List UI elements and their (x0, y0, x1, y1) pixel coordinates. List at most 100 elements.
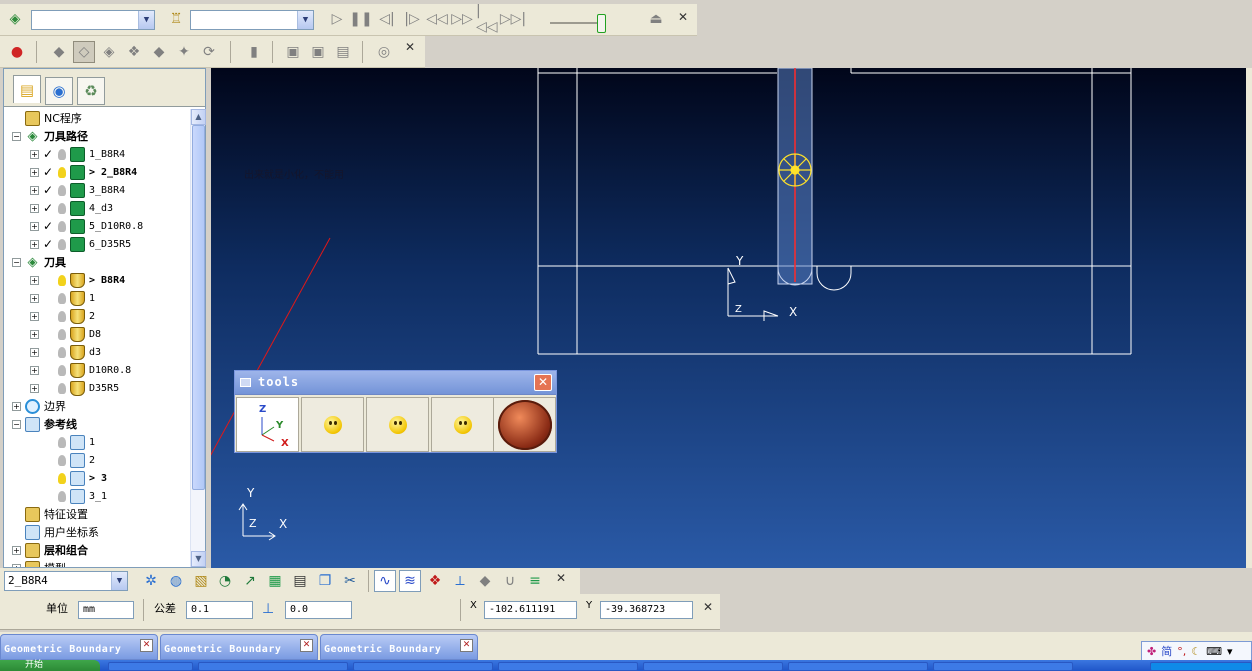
tree-item-pattern[interactable]: > 3 (30, 469, 107, 487)
stock-model-icon[interactable]: ◆ (474, 570, 496, 592)
tree-item-toolpath[interactable]: + ✓ > 2_B8R4 (30, 163, 137, 181)
rewind-icon[interactable]: ◁◁ (426, 8, 448, 30)
toolpath-select[interactable]: 2_B8R4 ▼ (4, 571, 128, 591)
expand-icon[interactable]: + (30, 293, 39, 303)
tool-button-3[interactable] (431, 397, 494, 452)
tree-item-tool[interactable]: +2 (30, 307, 95, 325)
taskbar-item[interactable] (198, 662, 348, 671)
tree-item-pattern[interactable]: 3_1 (30, 487, 107, 505)
chevron-down-icon[interactable]: ▼ (297, 11, 313, 29)
close-icon[interactable]: ✕ (703, 600, 713, 614)
checkmark-icon[interactable]: ✓ (43, 237, 55, 251)
verify-icon[interactable]: ▦ (264, 570, 286, 592)
step-back-icon[interactable]: ◁| (376, 8, 398, 30)
tool-icon[interactable]: ♖ (165, 8, 187, 30)
expand-icon[interactable]: + (12, 401, 21, 411)
tree-item-tool[interactable]: + D35R5 (30, 379, 119, 397)
tree-item-toolpath[interactable]: + ✓ 1_B8R4 (30, 145, 125, 163)
ime-toolbar[interactable]: ✤ 简 °, ☾ ⌨ ▾ (1141, 641, 1252, 661)
fast-forward-icon[interactable]: ▷▷ (451, 8, 473, 30)
lightbulb-icon[interactable] (58, 490, 66, 502)
close-icon[interactable]: ✕ (300, 639, 313, 652)
save-icon[interactable]: ▤ (332, 41, 354, 63)
collapse-icon[interactable]: − (12, 257, 21, 267)
axes-icon[interactable]: ⟂ (449, 570, 471, 592)
tool-button-1[interactable] (301, 397, 364, 452)
tree-scrollbar[interactable]: ▲ ▼ (190, 109, 206, 567)
close-icon[interactable]: ✕ (140, 639, 153, 652)
tree-item-nc-program[interactable]: NC程序 (12, 109, 82, 127)
eject-icon[interactable]: ⏏ (645, 8, 667, 30)
expand-icon[interactable]: + (30, 329, 39, 339)
bar-icon[interactable]: ▮ (243, 41, 265, 63)
scroll-up-icon[interactable]: ▲ (191, 109, 206, 125)
info-icon[interactable]: ◎ (373, 41, 395, 63)
tolerance-field[interactable]: 0.1 (186, 601, 253, 619)
chevron-down-icon[interactable]: ▼ (111, 572, 127, 590)
checkmark-icon[interactable]: ✓ (43, 165, 55, 179)
model-compare-icon[interactable]: ▣ (307, 41, 329, 63)
lightbulb-icon[interactable] (58, 184, 66, 196)
tree-item-tool[interactable]: + D8 (30, 325, 101, 343)
lightbulb-icon[interactable] (58, 328, 66, 340)
checkmark-icon[interactable]: ✓ (43, 201, 55, 215)
tree-item-tool[interactable]: +1 (30, 289, 95, 307)
lightbulb-icon[interactable] (58, 202, 66, 214)
tab-web[interactable]: ◉ (45, 77, 73, 105)
tree-item-pattern[interactable]: 2 (30, 451, 95, 469)
ime-keyboard-icon[interactable]: ⌨ (1206, 645, 1222, 658)
expand-icon[interactable]: + (12, 563, 21, 567)
close-icon[interactable]: ✕ (556, 571, 566, 585)
lightbulb-icon[interactable] (58, 364, 66, 376)
lightbulb-icon[interactable] (58, 238, 66, 250)
tree-item-user-coordinate-systems[interactable]: 用户坐标系 (12, 523, 99, 541)
expand-icon[interactable]: + (30, 383, 39, 393)
thickness-field[interactable]: 0.0 (285, 601, 352, 619)
points-icon[interactable]: ❖ (424, 570, 446, 592)
tree-item-toolpath[interactable]: + ✓ 3_B8R4 (30, 181, 125, 199)
ime-mode-icon[interactable]: 简 (1161, 643, 1172, 659)
leads-icon[interactable]: ↗ (239, 570, 261, 592)
lightbulb-icon[interactable] (58, 292, 66, 304)
offset-icon[interactable]: ≋ (399, 570, 421, 592)
tree-item-toolpath[interactable]: + ✓ 5_D10R0.8 (30, 217, 143, 235)
edit-icon[interactable]: ✂ (339, 570, 361, 592)
speed-slider-thumb[interactable] (597, 14, 606, 33)
list-icon[interactable]: ▤ (289, 570, 311, 592)
play-icon[interactable]: ▷ (326, 8, 348, 30)
checkmark-icon[interactable]: ✓ (43, 219, 55, 233)
collapse-icon[interactable]: − (12, 131, 21, 141)
tree-item-pattern[interactable]: 1 (30, 433, 95, 451)
lightbulb-icon[interactable] (58, 310, 66, 322)
ime-moon-icon[interactable]: ☾ (1191, 645, 1201, 658)
ime-punct-icon[interactable]: °, (1177, 645, 1186, 658)
shade-icon[interactable]: ◆ (48, 41, 70, 63)
taskbar-item[interactable] (788, 662, 928, 671)
lightbulb-icon[interactable] (58, 346, 66, 358)
expand-icon[interactable]: + (30, 167, 39, 177)
expand-icon[interactable]: + (30, 365, 39, 375)
scroll-thumb[interactable] (192, 125, 205, 490)
tools-title-bar[interactable]: tools ✕ (235, 371, 556, 395)
expand-icon[interactable]: + (30, 203, 39, 213)
collapse-icon[interactable]: − (12, 419, 21, 429)
lightbulb-icon[interactable] (58, 274, 66, 286)
lightbulb-icon[interactable] (58, 436, 66, 448)
copy-icon[interactable]: ❐ (314, 570, 336, 592)
lightbulb-icon[interactable] (58, 382, 66, 394)
taskbar-item[interactable] (498, 662, 638, 671)
lightbulb-icon[interactable] (58, 148, 66, 160)
start-button[interactable]: 开始 (0, 660, 100, 671)
close-icon[interactable]: ✕ (678, 10, 688, 24)
cut-icon[interactable]: ✦ (173, 41, 195, 63)
taskbar-item[interactable] (643, 662, 783, 671)
boundary-icon[interactable]: ✲ (140, 570, 162, 592)
tree-item-patterns-folder[interactable]: − 参考线 (12, 415, 77, 433)
ime-logo-icon[interactable]: ✤ (1147, 645, 1156, 658)
graphics-viewport[interactable]: Y Z X Y Z X 出来就是小化，不能用 (211, 68, 1246, 568)
tree-item-boundaries-folder[interactable]: + 边界 (12, 397, 66, 415)
block-icon[interactable]: ◆ (148, 41, 170, 63)
feeds-icon[interactable]: ◔ (214, 570, 236, 592)
checkmark-icon[interactable]: ✓ (43, 183, 55, 197)
tree-item-tool[interactable]: + > B8R4 (30, 271, 125, 289)
